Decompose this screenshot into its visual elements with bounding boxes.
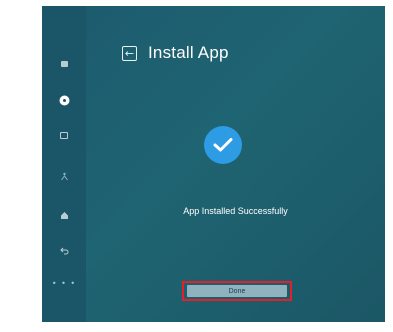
home-icon[interactable] xyxy=(42,207,86,223)
square-icon[interactable] xyxy=(42,56,86,72)
more-icon[interactable]: • • • xyxy=(42,276,86,292)
tv-screen: • • • ← Install App App Installed Succes… xyxy=(42,6,385,322)
page-title: Install App xyxy=(148,43,229,62)
screen-icon[interactable] xyxy=(42,127,86,143)
page-header: ← Install App xyxy=(122,42,229,64)
done-button[interactable]: Done xyxy=(187,285,287,297)
arrow-left-icon[interactable]: ← xyxy=(122,45,137,61)
status-text: App Installed Successfully xyxy=(183,206,288,216)
back-icon[interactable] xyxy=(42,242,86,258)
done-button-focus: Done xyxy=(182,281,292,301)
accessibility-icon[interactable] xyxy=(42,168,86,184)
sidebar: • • • xyxy=(42,6,86,322)
checkmark-icon xyxy=(204,126,242,164)
more-label: • • • xyxy=(51,279,77,288)
gear-icon[interactable] xyxy=(42,92,86,108)
